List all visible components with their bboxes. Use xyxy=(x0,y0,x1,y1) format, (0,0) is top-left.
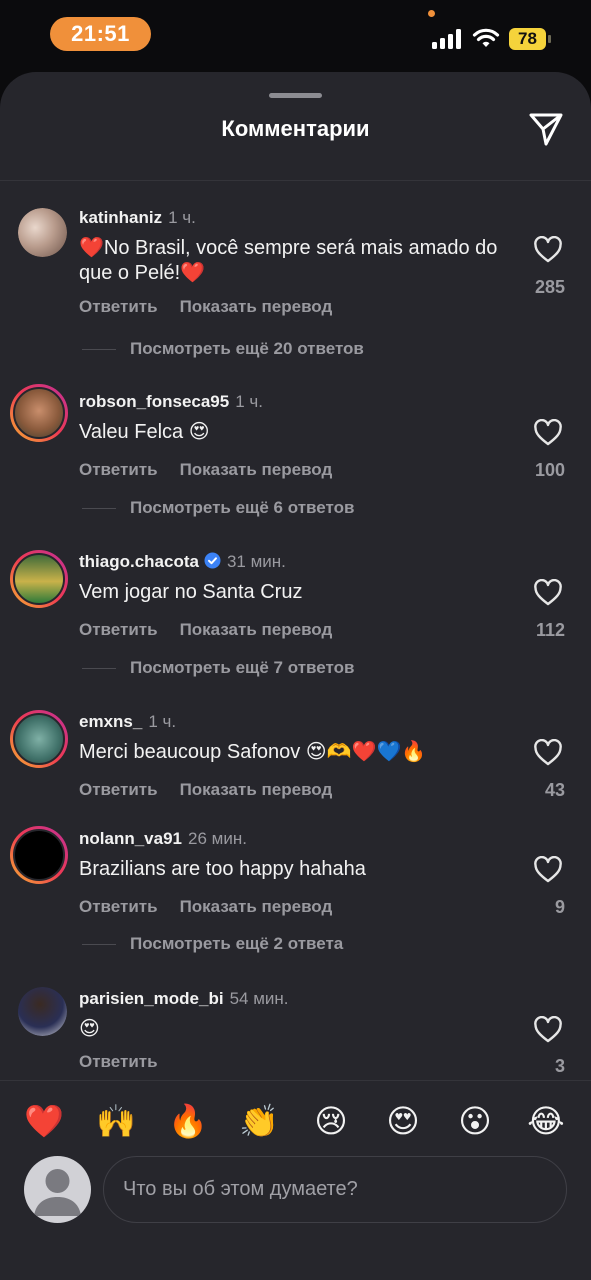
show-translation-button[interactable]: Показать перевод xyxy=(180,897,333,916)
heart-outline-icon[interactable] xyxy=(533,1016,563,1044)
comment-time: 1 ч. xyxy=(148,712,177,731)
default-avatar-icon xyxy=(34,1169,81,1216)
like-count: 100 xyxy=(534,460,565,480)
like-count: 43 xyxy=(544,780,565,800)
battery-level: 78 xyxy=(518,29,537,48)
avatar[interactable] xyxy=(18,987,67,1036)
status-time: 21:51 xyxy=(50,17,151,51)
comment-text: Valeu Felca 😍 xyxy=(79,421,210,443)
status-bar: 21:51 78 xyxy=(0,0,591,70)
comment-text: ❤️No Brasil, você sempre será mais amado… xyxy=(79,237,498,284)
heart-outline-icon[interactable] xyxy=(533,236,563,264)
view-more-replies-link[interactable]: Посмотреть ещё 7 ответов xyxy=(130,658,354,677)
comment-time: 31 мин. xyxy=(226,552,286,571)
privacy-indicator-dot xyxy=(428,10,435,17)
emoji-reaction-bar: ❤️ 🙌 🔥 👏 😢 😍 😮 😂 xyxy=(0,1080,591,1150)
reply-button[interactable]: Ответить xyxy=(79,460,158,479)
comment-time: 26 мин. xyxy=(188,829,247,848)
comment-text: Vem jogar no Santa Cruz xyxy=(79,581,303,603)
avatar[interactable] xyxy=(10,384,68,442)
comment-username[interactable]: robson_fonseca95 xyxy=(79,392,229,411)
show-translation-button[interactable]: Показать перевод xyxy=(180,620,333,639)
comment-time: 1 ч. xyxy=(235,392,263,411)
share-icon[interactable] xyxy=(527,110,565,148)
view-more-replies-link[interactable]: Посмотреть ещё 20 ответов xyxy=(130,339,364,358)
reply-button[interactable]: Ответить xyxy=(79,1052,158,1071)
comment-input[interactable] xyxy=(103,1156,567,1223)
emoji-fire-button[interactable]: 🔥 xyxy=(168,1101,208,1141)
comment-text: Brazilians are too happy hahaha xyxy=(79,858,366,880)
view-more-replies-link[interactable]: Посмотреть ещё 2 ответа xyxy=(130,934,343,953)
like-count: 3 xyxy=(554,1056,565,1076)
emoji-crying-button[interactable]: 😢 xyxy=(311,1101,351,1141)
wifi-icon xyxy=(472,28,500,47)
comment-time: 1 ч. xyxy=(168,208,196,227)
avatar[interactable] xyxy=(18,208,67,257)
cellular-signal-icon xyxy=(432,29,462,49)
avatar[interactable] xyxy=(10,550,68,608)
heart-outline-icon[interactable] xyxy=(533,579,563,607)
like-count: 112 xyxy=(535,620,565,640)
header-divider xyxy=(0,180,591,181)
emoji-raised-hands-button[interactable]: 🙌 xyxy=(96,1101,136,1141)
reply-button[interactable]: Ответить xyxy=(79,297,158,316)
emoji-surprised-button[interactable]: 😮 xyxy=(455,1101,495,1141)
reply-button[interactable]: Ответить xyxy=(79,897,158,916)
heart-outline-icon[interactable] xyxy=(533,419,563,447)
like-count: 285 xyxy=(534,277,565,297)
comment-username[interactable]: thiago.chacota xyxy=(79,552,199,571)
comment-username[interactable]: parisien_mode_bi xyxy=(79,989,224,1008)
show-translation-button[interactable]: Показать перевод xyxy=(180,460,333,479)
sheet-title: Комментарии xyxy=(221,116,370,141)
emoji-heart-eyes-button[interactable]: 😍 xyxy=(383,1101,423,1141)
heart-outline-icon[interactable] xyxy=(533,856,563,884)
comments-sheet: Комментарии katinhaniz 1 ч. ❤️No Brasil, … xyxy=(0,72,591,1280)
battery-icon: 78 xyxy=(509,28,551,50)
comment-text: Merci beaucoup Safonov 😍🫶❤️💙🔥 xyxy=(79,741,427,763)
show-translation-button[interactable]: Показать перевод xyxy=(180,297,333,316)
sheet-grabber[interactable] xyxy=(269,93,322,98)
view-more-replies-link[interactable]: Посмотреть ещё 6 ответов xyxy=(130,498,354,517)
reply-button[interactable]: Ответить xyxy=(79,780,158,799)
emoji-laughing-button[interactable]: 😂 xyxy=(526,1101,566,1141)
show-translation-button[interactable]: Показать перевод xyxy=(180,780,333,799)
heart-outline-icon[interactable] xyxy=(533,739,563,767)
reply-button[interactable]: Ответить xyxy=(79,620,158,639)
comment-username[interactable]: nolann_va91 xyxy=(79,829,182,848)
like-count: 9 xyxy=(554,897,565,917)
comment-time: 54 мин. xyxy=(229,989,289,1008)
verified-badge-icon xyxy=(204,552,221,569)
comment-text: 😍 xyxy=(79,1018,100,1040)
comment-username[interactable]: emxns_ xyxy=(79,712,142,731)
emoji-clap-button[interactable]: 👏 xyxy=(239,1101,279,1141)
comment-username[interactable]: katinhaniz xyxy=(79,208,162,227)
avatar[interactable] xyxy=(10,826,68,884)
current-user-avatar[interactable] xyxy=(24,1156,91,1223)
avatar[interactable] xyxy=(10,710,68,768)
emoji-heart-button[interactable]: ❤️ xyxy=(24,1101,64,1141)
